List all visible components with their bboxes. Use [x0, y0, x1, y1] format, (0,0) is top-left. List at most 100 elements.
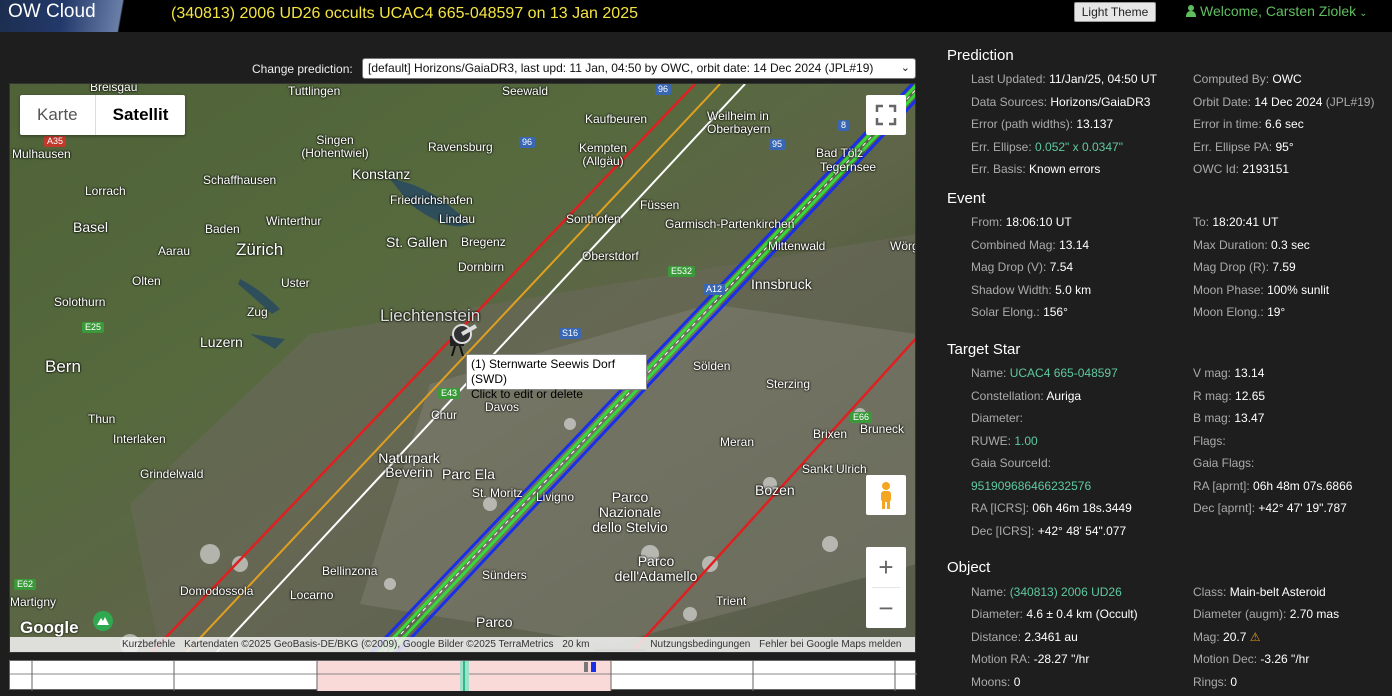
data-sources: Data Sources: Horizons/GaiaDR3 — [971, 95, 1151, 109]
place-label: Grindelwald — [140, 467, 204, 481]
place-label: Parco — [476, 614, 513, 630]
ruwe: RUWE: 1.00 — [971, 434, 1038, 448]
place-label: Luzern — [200, 334, 243, 350]
map-attribution: Kurzbefehle Kartendaten ©2025 GeoBasis-D… — [10, 637, 915, 652]
light-theme-button[interactable]: Light Theme — [1074, 2, 1156, 22]
place-label: Bad Tölz — [816, 146, 864, 160]
moon-phase: Moon Phase: 100% sunlit — [1193, 283, 1330, 297]
place-label: Martigny — [10, 595, 57, 609]
user-menu[interactable]: Welcome, Carsten Ziolek ⌄ — [1186, 3, 1368, 19]
place-label: Friedrichshafen — [390, 193, 473, 207]
road-shield: S16 — [559, 328, 582, 339]
fullscreen-button[interactable] — [866, 95, 906, 135]
top-bar: OW Cloud (340813) 2006 UD26 occults UCAC… — [0, 0, 1392, 32]
warning-icon[interactable]: ⚠ — [1250, 630, 1261, 644]
place-label: Oberstdorf — [582, 249, 639, 263]
app-logo[interactable]: OW Cloud — [0, 0, 158, 32]
shadow-width: Shadow Width: 5.0 km — [971, 283, 1092, 297]
place-label: Dornbirn — [458, 260, 505, 274]
place-label: Davos — [485, 400, 520, 414]
road-shield: E62 — [14, 579, 37, 590]
err-ellipse: Err. Ellipse: 0.052" x 0.0347" — [971, 140, 1123, 154]
road-shield: E25 — [82, 322, 105, 333]
dec-aprnt: Dec [aprnt]: +42° 47' 19".787 — [1193, 501, 1347, 515]
map-type-karte-button[interactable]: Karte — [20, 95, 95, 135]
place-label: Bellinzona — [322, 564, 378, 578]
change-prediction-label: Change prediction: — [252, 62, 353, 76]
place-label: Olten — [132, 274, 161, 288]
moon-elong: Moon Elong.: 19° — [1193, 305, 1286, 319]
place-label: Bozen — [755, 482, 795, 498]
zoom-out-button[interactable]: − — [866, 588, 906, 628]
error-in-time: Error in time: 6.6 sec — [1193, 117, 1304, 131]
map-type-satellit-button[interactable]: Satellit — [94, 95, 186, 135]
mag-drop-r: Mag Drop (R): 7.59 — [1193, 260, 1296, 274]
place-label: Zürich — [236, 240, 284, 259]
place-label: Füssen — [640, 198, 680, 212]
star-name-link[interactable]: UCAC4 665-048597 — [1010, 366, 1118, 380]
report-error-link[interactable]: Fehler bei Google Maps melden — [759, 639, 901, 650]
map-type-control: Karte Satellit — [20, 95, 186, 135]
place-label: Sonthofen — [566, 212, 621, 226]
place-label: Mulhausen — [12, 147, 71, 161]
ra-aprnt: RA [aprnt]: 06h 48m 07s.6866 — [1193, 479, 1353, 493]
tooltip-hint: Click to edit or delete — [471, 387, 584, 401]
place-label: Sünders — [482, 568, 527, 582]
place-label: Solothurn — [54, 295, 106, 309]
location-icon[interactable] — [92, 610, 114, 632]
road-shield: E43 — [438, 388, 461, 399]
star-name: Name: UCAC4 665-048597 — [971, 366, 1118, 380]
b-mag: B mag: 13.47 — [1193, 411, 1265, 425]
last-updated: Last Updated: 11/Jan/25, 04:50 UT — [971, 72, 1157, 86]
road-shield: E532 — [668, 266, 696, 277]
shortcuts-link[interactable]: Kurzbefehle — [122, 639, 175, 650]
err-basis: Err. Basis: Known errors — [971, 162, 1101, 176]
place-label: Kaufbeuren — [585, 112, 648, 126]
street-view-button[interactable] — [866, 475, 906, 515]
place-label: Interlaken — [113, 432, 166, 446]
scale-label: 20 km — [562, 639, 590, 650]
place-label: Thun — [88, 412, 116, 426]
page-title: (340813) 2006 UD26 occults UCAC4 665-048… — [171, 5, 638, 22]
place-label: Sterzing — [766, 377, 811, 391]
place-label: Parc Ela — [442, 466, 495, 482]
terms-link[interactable]: Nutzungsbedingungen — [650, 639, 750, 650]
zoom-control: + − — [866, 547, 906, 628]
timeline-graphic — [10, 661, 917, 691]
place-label: Chur — [431, 408, 458, 422]
place-label: Trient — [716, 594, 747, 608]
prediction-select[interactable]: [default] Horizons/GaiaDR3, last upd: 11… — [362, 58, 916, 79]
moons: Moons: 0 — [971, 675, 1021, 689]
place-label: Lorrach — [85, 184, 126, 198]
star-diameter: Diameter: — [971, 411, 1024, 425]
place-label: Garmisch-Partenkirchen — [665, 217, 795, 231]
place-label: Uster — [281, 276, 310, 290]
place-label: Kempten (Allgäu) — [578, 141, 628, 168]
ra-icrs: RA [ICRS]: 06h 46m 18s.3449 — [971, 501, 1132, 515]
place-label: Schaffhausen — [203, 173, 277, 187]
zoom-in-button[interactable]: + — [866, 547, 906, 587]
flags: Flags: — [1193, 434, 1226, 448]
road-shield: E66 — [850, 412, 873, 423]
object-mag: Mag: 20.7 ⚠ — [1193, 630, 1261, 644]
place-label: Weilheim in Oberbayern — [707, 109, 771, 136]
place-label: Singen (Hohentwiel) — [301, 133, 369, 160]
gaia-sourceid-link[interactable]: 951909686466232576 — [971, 479, 1091, 493]
road-shield: 8 — [838, 120, 850, 131]
timeline[interactable] — [9, 660, 917, 691]
object-heading: Object — [947, 559, 991, 576]
road-shield: A12 — [703, 284, 726, 295]
map[interactable]: Breisgau Tuttlingen Seewald Kaufbeuren W… — [9, 83, 916, 653]
gaia-sourceid-label: Gaia SourceId: — [971, 456, 1052, 470]
err-ellipse-pa: Err. Ellipse PA: 95° — [1193, 140, 1294, 154]
place-label: Ravensburg — [428, 140, 493, 154]
computed-by: Computed By: OWC — [1193, 72, 1302, 86]
place-label: Parco dell'Adamello — [614, 553, 698, 584]
place-label: Sankt Ulrich — [802, 462, 867, 476]
place-label: Wörg — [890, 239, 916, 253]
distance: Distance: 2.3461 au — [971, 630, 1078, 644]
map-data-credit: Kartendaten ©2025 GeoBasis-DE/BKG (©2009… — [184, 639, 554, 650]
object-name-link[interactable]: (340813) 2006 UD26 — [1010, 585, 1122, 599]
road-shield: 96 — [519, 137, 536, 148]
observatory-tooltip[interactable]: (1) Sternwarte Seewis Dorf (SWD) Click t… — [466, 354, 647, 401]
